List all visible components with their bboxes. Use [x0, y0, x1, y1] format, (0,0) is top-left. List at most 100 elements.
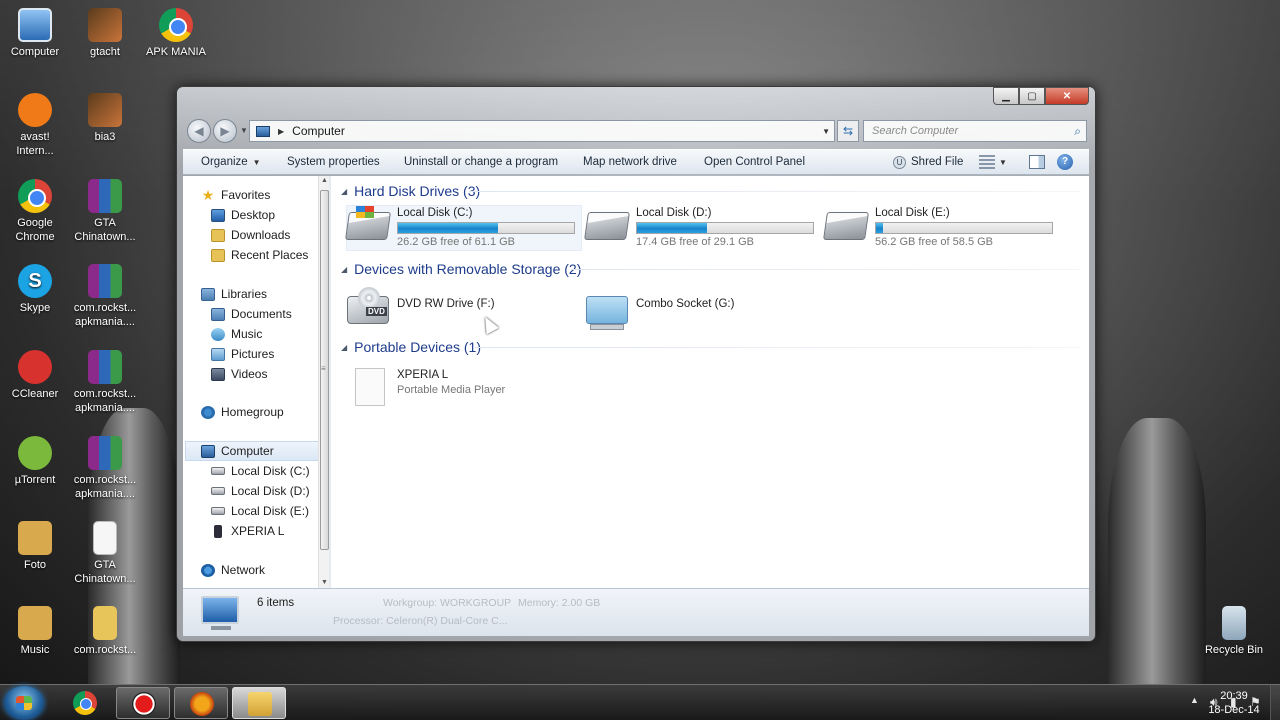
desktop-icon-gta-chinatown-file[interactable]: GTA Chinatown...: [67, 521, 143, 586]
show-desktop-button[interactable]: [1270, 685, 1280, 720]
recent-places-icon: [211, 248, 225, 262]
music-icon: [211, 327, 225, 341]
nav-network[interactable]: Network: [183, 560, 329, 580]
system-properties-button[interactable]: System properties: [287, 156, 380, 168]
collapse-triangle-icon[interactable]: ◢: [341, 343, 347, 352]
taskbar-clock[interactable]: 20:39 18-Dec-14: [1204, 689, 1264, 717]
desktop-icon-bia3[interactable]: bia3: [67, 93, 143, 144]
desktop-icon-skype[interactable]: S Skype: [0, 264, 73, 315]
maximize-button[interactable]: ▢: [1019, 87, 1045, 105]
desktop-icon-computer[interactable]: Computer: [0, 8, 73, 59]
desktop-icon-gta-chinatown[interactable]: GTA Chinatown...: [67, 179, 143, 244]
nav-libraries[interactable]: Libraries: [183, 284, 329, 304]
breadcrumb-separator-icon[interactable]: ▶: [278, 127, 284, 136]
organize-button[interactable]: Organize ▼: [201, 156, 261, 168]
uninstall-program-button[interactable]: Uninstall or change a program: [404, 156, 558, 168]
game-shortcut-icon: [88, 8, 122, 42]
address-bar[interactable]: ▶ Computer ▼: [249, 120, 835, 142]
computer-group: Computer Local Disk (C:) Local Disk (D:)…: [183, 441, 329, 541]
navigation-pane: ★ Favorites Desktop Downloads Recent Plac…: [183, 176, 329, 588]
navigation-scrollbar[interactable]: ▲ ≡ ▼: [318, 176, 329, 588]
breadcrumb-computer[interactable]: Computer: [292, 124, 345, 138]
pictures-icon: [211, 347, 225, 361]
pane-splitter[interactable]: [329, 176, 331, 588]
nav-recent-places[interactable]: Recent Places: [183, 245, 329, 265]
nav-desktop[interactable]: Desktop: [183, 205, 329, 225]
desktop-icon-archive-3[interactable]: com.rockst... apkmania....: [67, 436, 143, 501]
drive-usage-bar: [397, 222, 575, 234]
map-network-drive-button[interactable]: Map network drive: [583, 156, 677, 168]
refresh-button[interactable]: ⇆: [837, 120, 859, 142]
shred-file-button[interactable]: U Shred File: [893, 156, 963, 169]
desktop-icon-archive-2[interactable]: com.rockst... apkmania....: [67, 350, 143, 415]
desktop-icon-music[interactable]: Music: [0, 606, 73, 657]
drive-dvd-rw-f[interactable]: DVD DVD RW Drive (F:): [347, 287, 547, 334]
search-input[interactable]: Search Computer ⌕: [863, 120, 1087, 142]
collapse-triangle-icon[interactable]: ◢: [341, 187, 347, 196]
nav-computer[interactable]: Computer: [185, 441, 325, 461]
desktop-icon-recycle-bin[interactable]: Recycle Bin: [1196, 606, 1272, 657]
forward-button[interactable]: ▶: [213, 119, 237, 143]
desktop-icon-ccleaner[interactable]: CCleaner: [0, 350, 73, 401]
nav-music[interactable]: Music: [183, 324, 329, 344]
nav-local-disk-d[interactable]: Local Disk (D:): [183, 481, 329, 501]
desktop-icon-gtacht[interactable]: gtacht: [67, 8, 143, 59]
desktop-icon-foto[interactable]: Foto: [0, 521, 73, 572]
nav-documents[interactable]: Documents: [183, 304, 329, 324]
nav-videos[interactable]: Videos: [183, 364, 329, 384]
dvd-drive-icon: DVD: [347, 287, 389, 324]
taskbar-explorer-button[interactable]: [232, 687, 286, 719]
videos-icon: [211, 367, 225, 381]
recent-pages-dropdown[interactable]: ▼: [240, 126, 248, 135]
open-control-panel-button[interactable]: Open Control Panel: [704, 156, 805, 168]
close-button[interactable]: ✕: [1045, 87, 1089, 105]
change-view-icon[interactable]: [979, 155, 995, 169]
section-portable-devices[interactable]: ◢ Portable Devices (1): [341, 338, 481, 356]
scroll-down-icon[interactable]: ▼: [321, 579, 328, 586]
back-button[interactable]: ◀: [187, 119, 211, 143]
view-options-dropdown[interactable]: ▼: [999, 158, 1007, 167]
search-icon[interactable]: ⌕: [1074, 121, 1081, 141]
drive-name: Combo Socket (G:): [636, 298, 735, 310]
drive-combo-socket-g[interactable]: Combo Socket (G:): [586, 290, 786, 334]
desktop-icon-apk-mania[interactable]: APK MANIA: [138, 8, 214, 59]
nav-xperia-l[interactable]: XPERIA L: [183, 521, 329, 541]
nav-favorites[interactable]: ★ Favorites: [183, 185, 329, 205]
preview-pane-icon[interactable]: [1029, 155, 1045, 169]
nav-local-disk-e[interactable]: Local Disk (E:): [183, 501, 329, 521]
drive-local-disk-d[interactable]: Local Disk (D:) 17.4 GB free of 29.1 GB: [584, 206, 820, 250]
drive-local-disk-c[interactable]: Local Disk (C:) 26.2 GB free of 61.1 GB: [345, 205, 582, 251]
nav-label: Local Disk (C:): [231, 464, 310, 478]
minimize-button[interactable]: ▁: [993, 87, 1019, 105]
drive-local-disk-e[interactable]: Local Disk (E:) 56.2 GB free of 58.5 GB: [823, 206, 1059, 250]
nav-downloads[interactable]: Downloads: [183, 225, 329, 245]
show-hidden-icons-icon[interactable]: ▲: [1190, 695, 1199, 705]
desktop-icon-google-chrome[interactable]: Google Chrome: [0, 179, 73, 244]
drive-usage-fill: [398, 223, 499, 233]
section-hard-disk-drives[interactable]: ◢ Hard Disk Drives (3): [341, 182, 480, 200]
section-removable-storage[interactable]: ◢ Devices with Removable Storage (2): [341, 260, 581, 278]
start-button[interactable]: [4, 686, 44, 720]
help-icon[interactable]: ?: [1057, 154, 1073, 170]
taskbar-recorder-button[interactable]: [116, 687, 170, 719]
nav-pictures[interactable]: Pictures: [183, 344, 329, 364]
nav-homegroup[interactable]: Homegroup: [183, 402, 329, 422]
device-xperia-l[interactable]: XPERIA L Portable Media Player: [347, 368, 567, 412]
details-pane: 6 items Workgroup: WORKGROUP Memory: 2.0…: [183, 588, 1089, 636]
drive-name: Local Disk (C:): [397, 207, 473, 219]
desktop-icon-com-rockst-folder[interactable]: com.rockst...: [67, 606, 143, 657]
scroll-up-icon[interactable]: ▲: [321, 177, 328, 184]
desktop-icon-archive-1[interactable]: com.rockst... apkmania....: [67, 264, 143, 329]
taskbar-winamp-button[interactable]: [174, 687, 228, 719]
address-dropdown-icon[interactable]: ▼: [822, 127, 830, 136]
collapse-triangle-icon[interactable]: ◢: [341, 265, 347, 274]
taskbar-chrome-button[interactable]: [58, 687, 112, 719]
desktop-icon-avast[interactable]: avast! Intern...: [0, 93, 73, 158]
chrome-shortcut-icon: [159, 8, 193, 42]
desktop-icon-utorrent[interactable]: µTorrent: [0, 436, 73, 487]
desktop-icon-label: Foto: [23, 559, 46, 571]
nav-local-disk-c[interactable]: Local Disk (C:): [183, 461, 329, 481]
nav-label: Downloads: [231, 228, 291, 242]
drive-usage-bar: [875, 222, 1053, 234]
desktop-icon-label: Music: [20, 644, 50, 656]
